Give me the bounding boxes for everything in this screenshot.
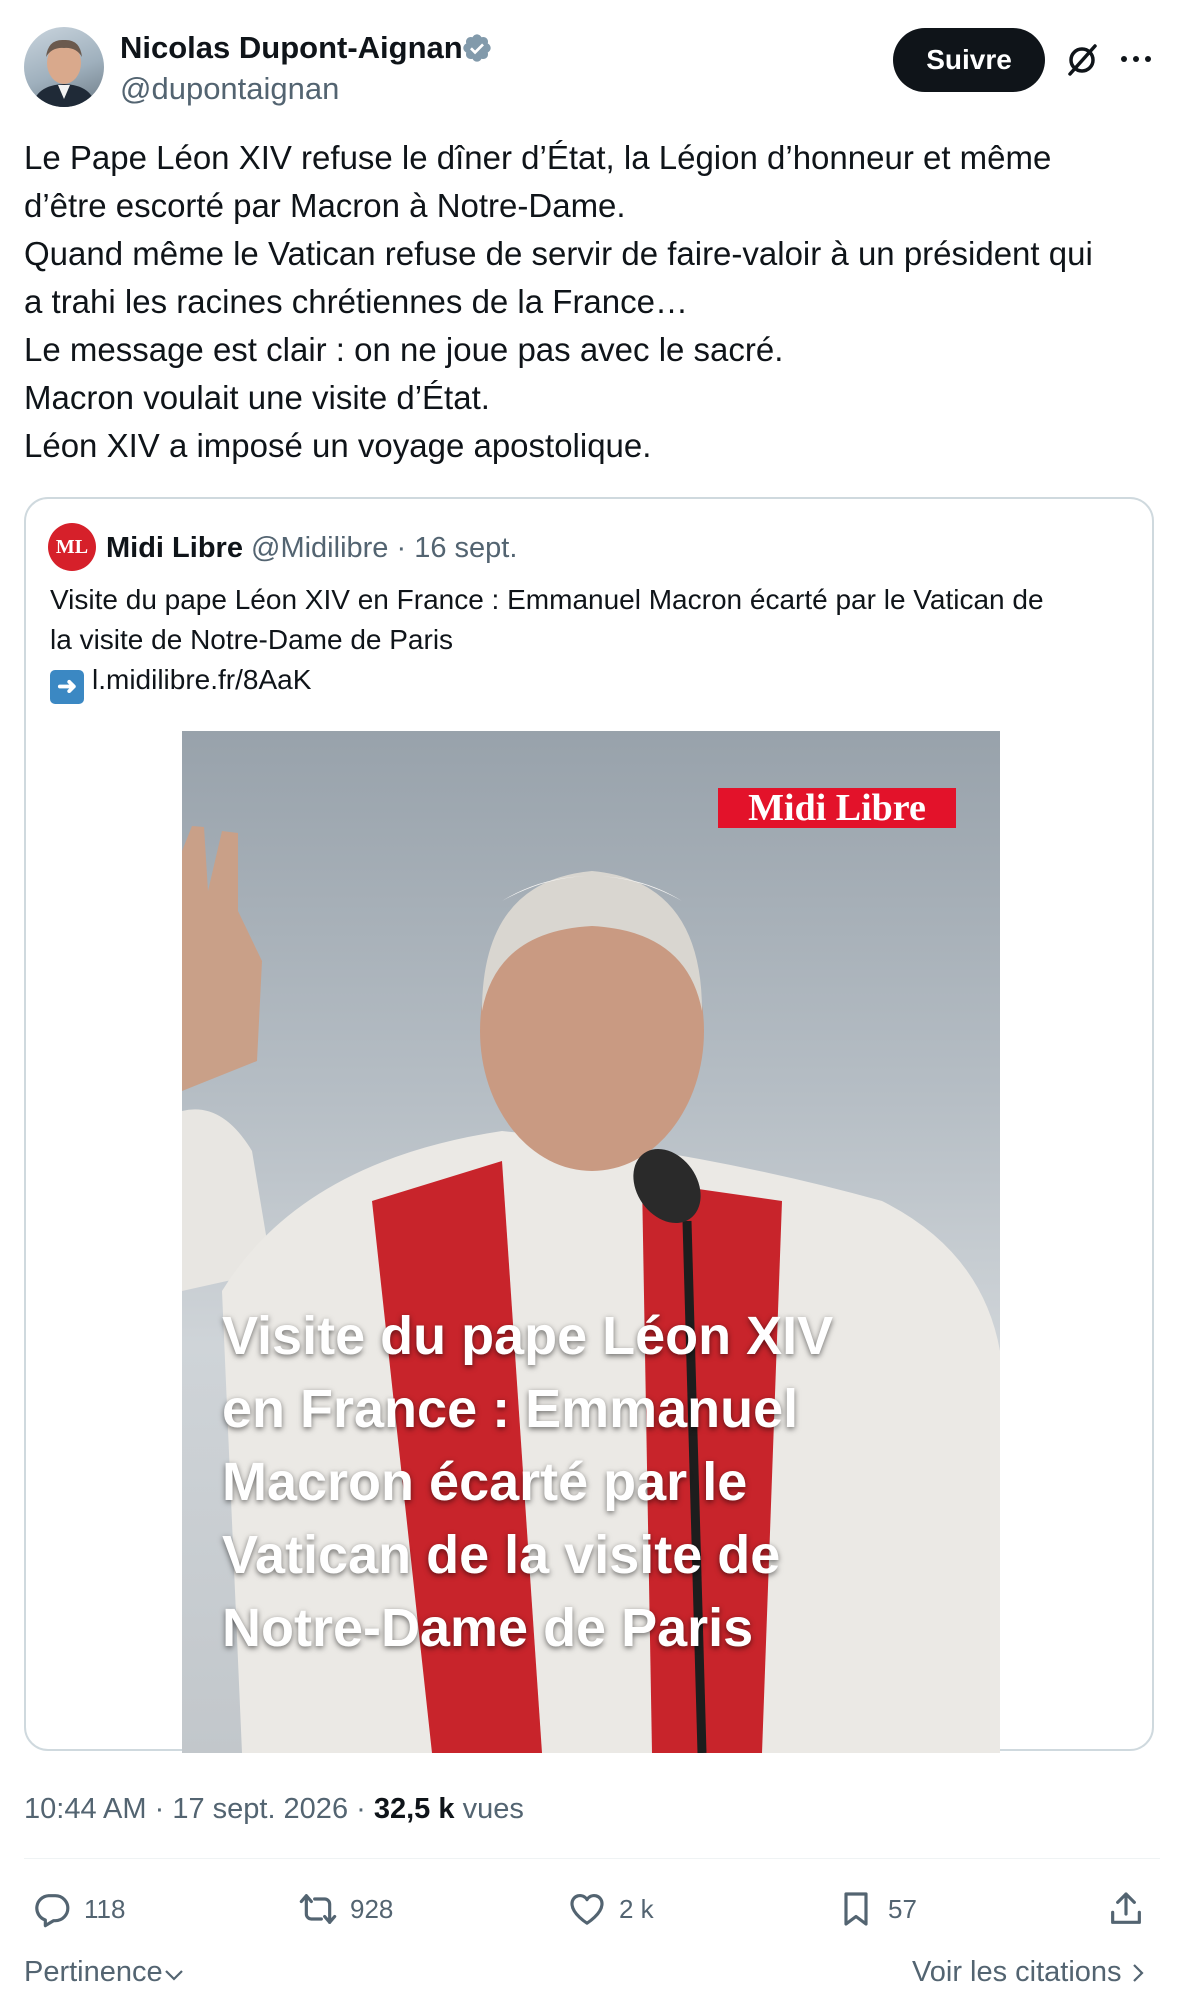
headline-line: Visite du pape Léon XIV <box>222 1306 834 1366</box>
tweet-meta: 10:44 AM · 17 sept. 2026 · 32,5 k vues <box>24 1789 524 1829</box>
right-arrow-icon: ➜ <box>50 670 84 704</box>
like-button[interactable]: 2 k <box>567 1884 654 1934</box>
quoted-line: Visite du pape Léon XIV en France : Emma… <box>50 584 1044 615</box>
views-count: 32,5 k <box>373 1793 455 1825</box>
sort-dropdown[interactable]: Pertinence <box>24 1952 185 1992</box>
headline-line: Macron écarté par le <box>222 1452 748 1512</box>
bookmark-button[interactable]: 57 <box>836 1884 917 1934</box>
quoted-author-name[interactable]: Midi Libre <box>106 532 243 564</box>
quoted-handle[interactable]: @Midilibre <box>251 532 388 564</box>
like-count: 2 k <box>619 1893 654 1924</box>
repost-icon <box>299 1894 337 1924</box>
author-handle[interactable]: @dupontaignan <box>120 69 339 109</box>
more-options-icon[interactable] <box>1118 44 1154 74</box>
bookmark-icon <box>844 1892 868 1926</box>
author-name[interactable]: Nicolas Dupont-Aignan <box>120 28 463 68</box>
quoted-link[interactable]: l.midilibre.fr/8AaK <box>92 664 311 695</box>
reply-icon <box>35 1894 70 1928</box>
bookmark-count: 57 <box>888 1893 917 1924</box>
avatar-photo <box>32 39 96 107</box>
tweet-text: Le Pape Léon XIV refuse le dîner d’État,… <box>24 134 1164 470</box>
tweet-line: Le message est clair : on ne joue pas av… <box>24 331 784 368</box>
verified-badge-icon <box>463 34 491 62</box>
follow-button[interactable]: Suivre <box>893 28 1045 92</box>
grok-icon[interactable] <box>1062 40 1102 80</box>
chevron-down-icon <box>164 1970 183 1981</box>
view-quotes-link[interactable]: Voir les citations <box>912 1952 1146 1992</box>
tweet-line: Le Pape Léon XIV refuse le dîner d’État,… <box>24 139 1052 176</box>
quoted-date[interactable]: 16 sept. <box>414 532 517 564</box>
sort-label: Pertinence <box>24 1956 163 1988</box>
separator-dot: · <box>348 1793 374 1825</box>
repost-button[interactable]: 928 <box>298 1884 393 1934</box>
separator-dot: · <box>146 1793 173 1825</box>
image-headline: Visite du pape Léon XIV en France : Emma… <box>222 1300 962 1665</box>
divider <box>24 1858 1160 1859</box>
author-avatar[interactable] <box>24 27 104 107</box>
heart-icon <box>570 1893 604 1925</box>
headline-line: Vatican de la visite de <box>222 1525 781 1585</box>
headline-line: Notre-Dame de Paris <box>222 1598 754 1658</box>
quoted-header: Midi Libre @Midilibre · 16 sept. <box>106 528 517 568</box>
quoted-avatar[interactable]: ML <box>48 523 96 571</box>
separator-dot: · <box>388 532 415 564</box>
tweet-line: Léon XIV a imposé un voyage apostolique. <box>24 427 652 464</box>
tweet-line: Quand même le Vatican refuse de servir d… <box>24 235 1093 272</box>
tweet-line: d’être escorté par Macron à Notre-Dame. <box>24 187 626 224</box>
views-label: vues <box>462 1793 524 1825</box>
reply-button[interactable]: 118 <box>32 1884 125 1934</box>
quoted-link-row: ➜ l.midilibre.fr/8AaK <box>50 660 1140 704</box>
tweet-line: a trahi les racines chrétiennes de la Fr… <box>24 283 688 320</box>
headline-line: en France : Emmanuel <box>222 1379 799 1439</box>
repost-count: 928 <box>350 1893 394 1924</box>
tweet-line: Macron voulait une visite d’État. <box>24 379 490 416</box>
view-quotes-label: Voir les citations <box>912 1956 1122 1988</box>
quoted-text: Visite du pape Léon XIV en France : Emma… <box>50 580 1140 704</box>
share-button[interactable] <box>1106 1884 1146 1934</box>
tweet-date[interactable]: 17 sept. 2026 <box>172 1793 348 1825</box>
image-brand-logo: Midi Libre <box>718 788 956 828</box>
quoted-line: la visite de Notre-Dame de Paris <box>50 624 454 655</box>
chevron-right-icon <box>1132 1964 1144 1982</box>
share-icon <box>1111 1892 1141 1924</box>
tweet-time[interactable]: 10:44 AM <box>24 1793 147 1825</box>
reply-count: 118 <box>84 1893 126 1924</box>
